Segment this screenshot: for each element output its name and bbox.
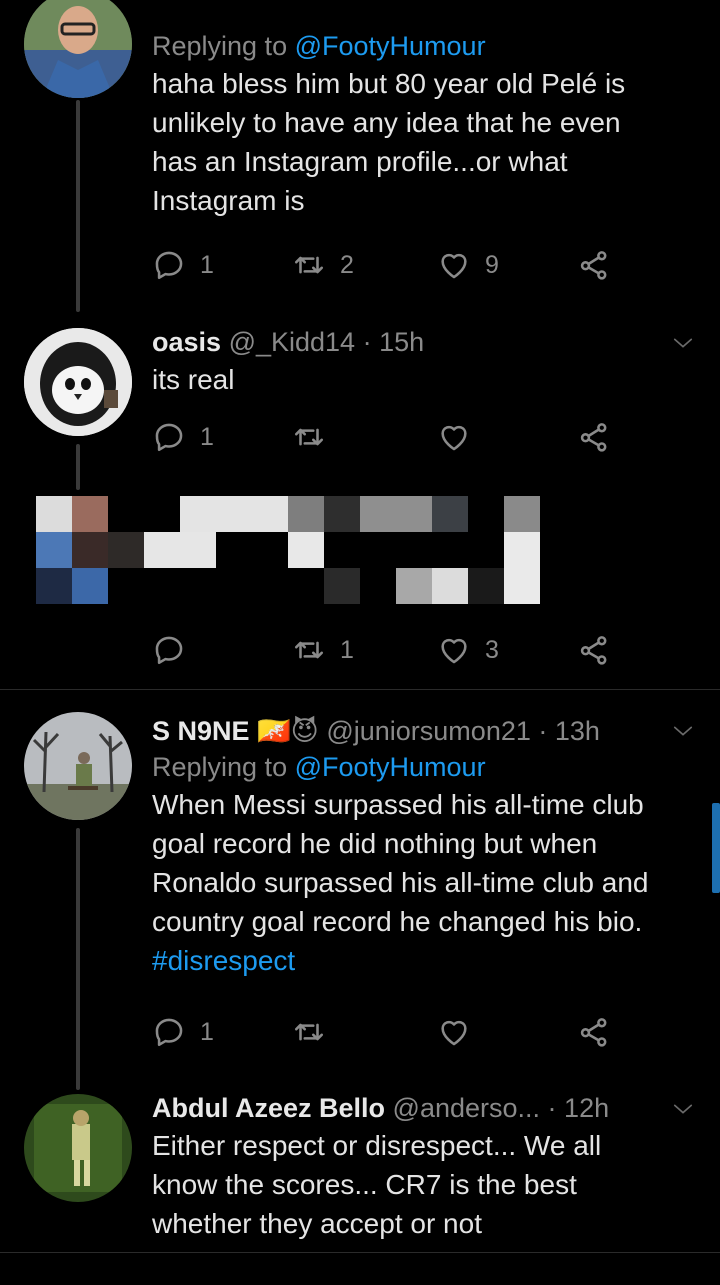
share-button[interactable] [577, 1012, 611, 1052]
thread-line [76, 100, 80, 312]
handle[interactable]: @_Kidd14 [229, 327, 356, 357]
display-name[interactable]: S N9NE [152, 716, 250, 746]
hashtag-link[interactable]: #disrespect [152, 941, 700, 980]
avatar[interactable] [24, 712, 132, 820]
tweet-text: its real [152, 364, 235, 395]
share-icon [577, 248, 611, 282]
like-button[interactable] [437, 417, 485, 457]
avatar[interactable] [24, 1094, 132, 1202]
mention-link[interactable]: @FootyHumour [295, 752, 486, 782]
tweet-text: When Messi surpassed his all-time club g… [152, 785, 700, 980]
divider [0, 689, 720, 690]
mention-link[interactable]: @FootyHumour [295, 31, 486, 61]
retweet-icon [292, 1015, 326, 1049]
retweet-icon [292, 420, 326, 454]
retweet-icon [292, 248, 326, 282]
tweet-header: oasis @_Kidd14 · 15h [152, 327, 425, 357]
reply-icon [152, 633, 186, 667]
share-icon [577, 420, 611, 454]
timestamp[interactable]: 15h [379, 327, 424, 357]
share-button[interactable] [577, 245, 611, 285]
share-button[interactable] [577, 417, 611, 457]
tweet-text: haha bless him but 80 year old Pelé is u… [152, 68, 626, 216]
chevron-down-icon[interactable] [672, 720, 694, 742]
reply-icon [152, 248, 186, 282]
replying-to: Replying to @FootyHumour [152, 752, 486, 782]
retweet-icon [292, 633, 326, 667]
thread-line [76, 828, 80, 1090]
like-button[interactable]: 9 [437, 245, 499, 285]
display-name[interactable]: Abdul Azeez Bello [152, 1093, 385, 1123]
name-emojis: 🇧🇹😈 [257, 716, 319, 746]
handle[interactable]: @juniorsumon21 [326, 716, 531, 746]
share-icon [577, 633, 611, 667]
like-button[interactable] [437, 1012, 485, 1052]
pixelated-censor-block [0, 490, 720, 610]
retweet-button[interactable]: 1 [292, 630, 354, 670]
chevron-down-icon[interactable] [672, 1098, 694, 1120]
share-icon [577, 1015, 611, 1049]
reply-icon [152, 420, 186, 454]
thread-line [76, 444, 80, 490]
scrollbar-thumb[interactable] [712, 803, 720, 893]
reply-button[interactable]: 1 [152, 417, 214, 457]
replying-to: Replying to @FootyHumour [152, 31, 486, 61]
divider [0, 1252, 720, 1253]
handle[interactable]: @anderso... [393, 1093, 541, 1123]
tweet-4[interactable]: S N9NE 🇧🇹😈 @juniorsumon21 · 13h Replying… [0, 710, 720, 1090]
heart-icon [437, 420, 471, 454]
share-button[interactable] [577, 630, 611, 670]
reply-button[interactable]: 1 [152, 1012, 214, 1052]
heart-icon [437, 248, 471, 282]
display-name[interactable]: oasis [152, 327, 221, 357]
avatar[interactable] [24, 0, 132, 98]
heart-icon [437, 633, 471, 667]
reply-button[interactable] [152, 630, 200, 670]
tweet-5[interactable]: Abdul Azeez Bello @anderso... · 12h Eith… [0, 1090, 720, 1255]
timestamp[interactable]: 12h [564, 1093, 609, 1123]
timestamp[interactable]: 13h [555, 716, 600, 746]
chevron-down-icon[interactable] [672, 332, 694, 354]
reply-button[interactable]: 1 [152, 245, 214, 285]
retweet-button[interactable] [292, 1012, 340, 1052]
tweet-header: S N9NE 🇧🇹😈 @juniorsumon21 · 13h [152, 716, 600, 746]
tweet-header: Abdul Azeez Bello @anderso... · 12h [152, 1093, 610, 1123]
tweet-text: Either respect or disrespect... We all k… [152, 1130, 602, 1239]
retweet-button[interactable]: 2 [292, 245, 354, 285]
tweet-3-censored[interactable]: 1 3 [0, 490, 720, 690]
tweet-2[interactable]: oasis @_Kidd14 · 15h its real 1 [0, 320, 720, 490]
heart-icon [437, 1015, 471, 1049]
retweet-button[interactable] [292, 417, 340, 457]
like-button[interactable]: 3 [437, 630, 499, 670]
reply-icon [152, 1015, 186, 1049]
avatar[interactable] [24, 328, 132, 436]
tweet-1[interactable]: Replying to @FootyHumour haha bless him … [0, 0, 720, 312]
